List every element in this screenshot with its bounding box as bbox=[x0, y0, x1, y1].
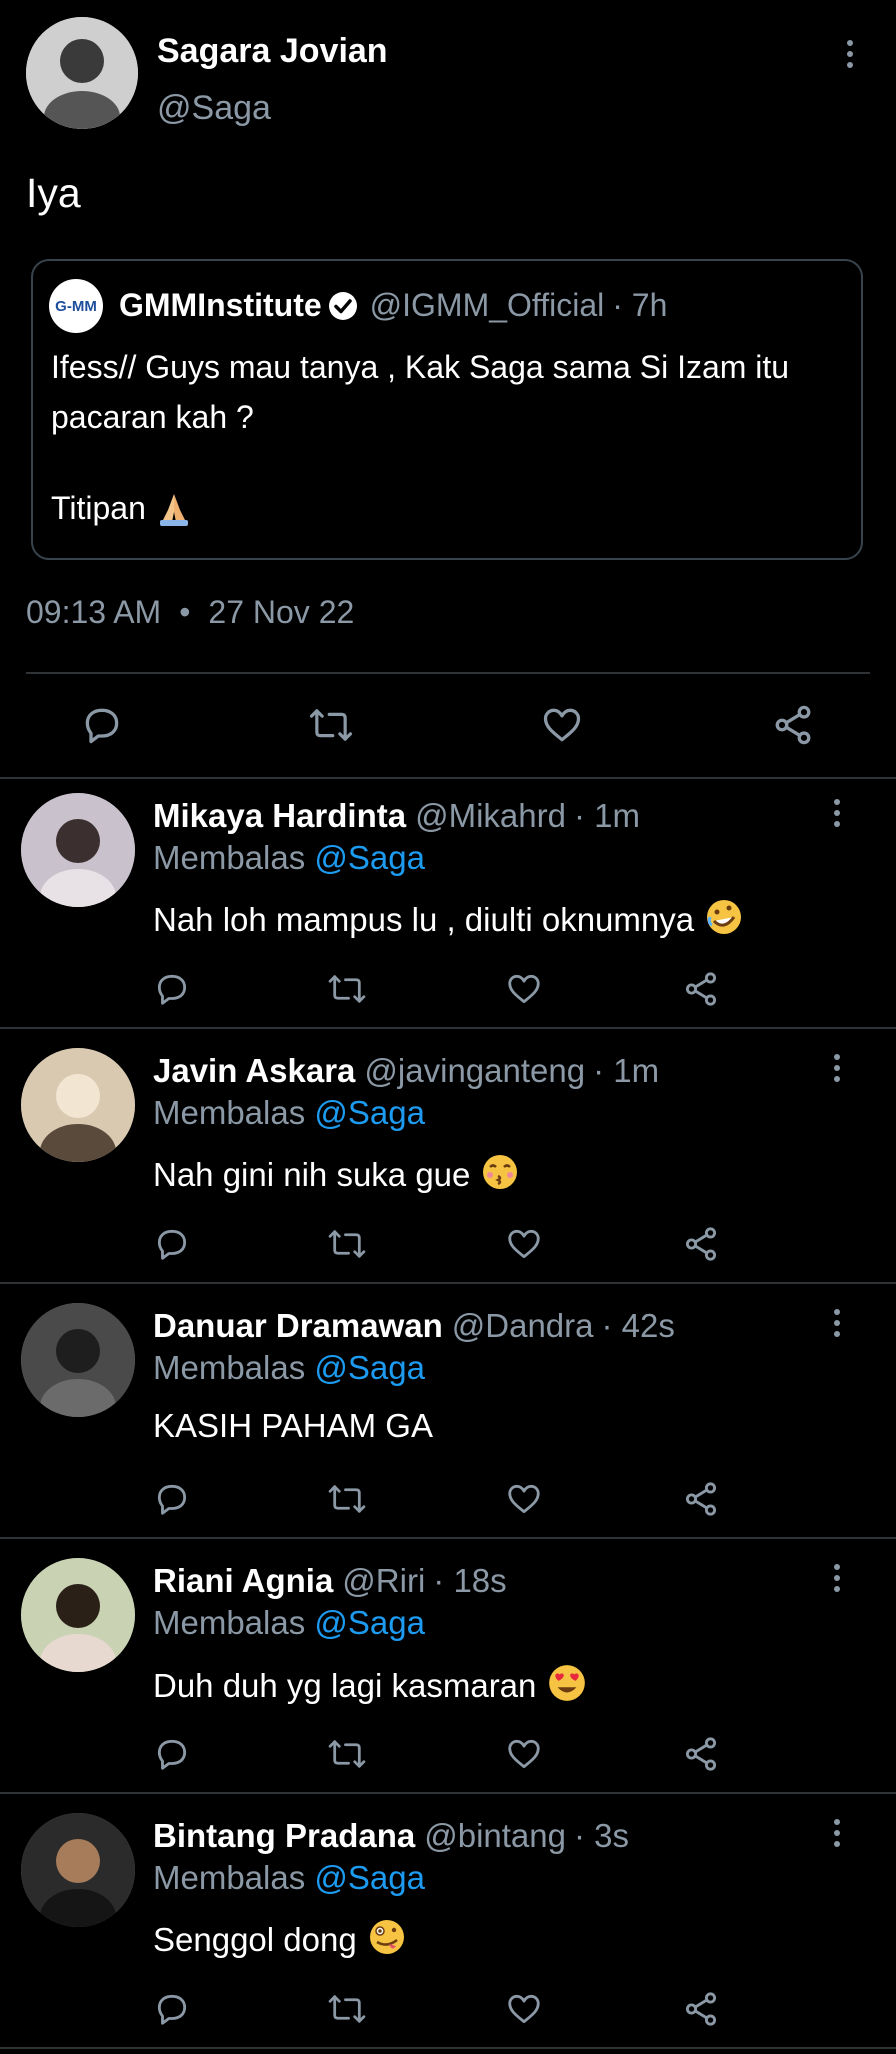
retweet-icon[interactable] bbox=[327, 970, 367, 1008]
quoted-time: · 7h bbox=[612, 287, 668, 323]
reply-divider bbox=[0, 1282, 896, 1284]
reply-icon[interactable] bbox=[153, 1225, 191, 1263]
reply-more-menu-icon[interactable] bbox=[827, 793, 847, 833]
gmm-logo-text: G-MM bbox=[55, 297, 97, 315]
reply-more-menu-icon[interactable] bbox=[827, 1303, 847, 1343]
reply-avatar[interactable] bbox=[21, 1813, 135, 1927]
reply-divider bbox=[0, 1537, 896, 1539]
retweet-icon[interactable] bbox=[327, 1990, 367, 2028]
reply-text: Duh duh yg lagi kasmaran bbox=[153, 1666, 537, 1704]
rofl-emoji-icon bbox=[704, 897, 744, 942]
timestamp-divider bbox=[26, 672, 870, 674]
replying-to-mention[interactable]: @Saga bbox=[314, 1349, 425, 1386]
share-icon[interactable] bbox=[682, 1735, 720, 1773]
main-tweet-more-menu-icon[interactable] bbox=[840, 34, 860, 74]
replying-to-label: Membalas bbox=[153, 1859, 306, 1896]
replying-to-mention[interactable]: @Saga bbox=[314, 1604, 425, 1641]
reply-time: · 42s bbox=[601, 1307, 675, 1344]
quoted-display-name: GMMInstitute bbox=[119, 287, 322, 323]
reply-display-name[interactable]: Bintang Pradana bbox=[153, 1817, 415, 1855]
like-heart-icon[interactable] bbox=[505, 1990, 543, 2028]
reply-more-menu-icon[interactable] bbox=[827, 1048, 847, 1088]
reply-handle[interactable]: @bintang bbox=[424, 1817, 566, 1855]
heart-eyes-emoji-icon bbox=[546, 1662, 588, 1709]
main-tweet-display-name[interactable]: Sagara Jovian bbox=[157, 32, 388, 71]
reply-text: Nah gini nih suka gue bbox=[153, 1155, 471, 1193]
reply-handle[interactable]: @Dandra bbox=[452, 1307, 594, 1345]
retweet-icon[interactable] bbox=[327, 1735, 367, 1773]
share-icon[interactable] bbox=[682, 1480, 720, 1518]
like-heart-icon[interactable] bbox=[505, 970, 543, 1008]
quoted-tweet-card[interactable]: G-MM GMMInstitute @IGMM_Official · 7h If… bbox=[31, 259, 863, 560]
reply-avatar[interactable] bbox=[21, 1303, 135, 1417]
reply-more-menu-icon[interactable] bbox=[827, 1558, 847, 1598]
verified-badge-icon bbox=[328, 291, 358, 321]
reply-item[interactable]: Bintang Pradana @bintang · 3s Membalas @… bbox=[0, 1799, 896, 2054]
retweet-icon[interactable] bbox=[327, 1225, 367, 1263]
reply-display-name[interactable]: Danuar Dramawan bbox=[153, 1307, 443, 1345]
reply-icon[interactable] bbox=[153, 1990, 191, 2028]
reply-time: · 1m bbox=[593, 1052, 660, 1089]
reply-handle[interactable]: @Riri bbox=[342, 1562, 425, 1600]
reply-text: Senggol dong bbox=[153, 1920, 357, 1958]
like-heart-icon[interactable] bbox=[540, 703, 584, 747]
share-icon[interactable] bbox=[682, 1225, 720, 1263]
reply-text: KASIH PAHAM GA bbox=[153, 1407, 433, 1444]
reply-item[interactable]: Mikaya Hardinta @Mikahrd · 1m Membalas @… bbox=[0, 779, 896, 1034]
quoted-text-line3: Titipan bbox=[51, 489, 146, 526]
reply-time: · 3s bbox=[573, 1817, 629, 1854]
replying-to-mention[interactable]: @Saga bbox=[314, 1859, 425, 1896]
main-tweet-date: 27 Nov 22 bbox=[208, 594, 355, 630]
main-tweet-avatar[interactable] bbox=[26, 17, 138, 129]
quoted-text-line1: Ifess// Guys mau tanya , Kak Saga sama S… bbox=[51, 349, 790, 385]
quoted-handle: @IGMM_Official bbox=[369, 287, 605, 323]
reply-handle[interactable]: @Mikahrd bbox=[415, 797, 566, 835]
replying-to-label: Membalas bbox=[153, 839, 306, 876]
main-tweet-handle[interactable]: @Saga bbox=[157, 89, 271, 128]
reply-icon[interactable] bbox=[153, 970, 191, 1008]
retweet-icon[interactable] bbox=[308, 703, 354, 747]
share-icon[interactable] bbox=[682, 970, 720, 1008]
reply-avatar[interactable] bbox=[21, 1558, 135, 1672]
reply-icon[interactable] bbox=[80, 703, 124, 747]
replying-to-label: Membalas bbox=[153, 1349, 306, 1386]
reply-divider bbox=[0, 1792, 896, 1794]
replying-to-mention[interactable]: @Saga bbox=[314, 1094, 425, 1131]
reply-more-menu-icon[interactable] bbox=[827, 1813, 847, 1853]
reply-divider bbox=[0, 1027, 896, 1029]
retweet-icon[interactable] bbox=[327, 1480, 367, 1518]
reply-time: · 18s bbox=[433, 1562, 507, 1599]
reply-handle[interactable]: @javinganteng bbox=[364, 1052, 585, 1090]
zany-emoji-icon bbox=[367, 1917, 407, 1962]
reply-divider bbox=[0, 2047, 896, 2049]
dot-separator: • bbox=[179, 594, 191, 630]
reply-icon[interactable] bbox=[153, 1480, 191, 1518]
reply-item[interactable]: Danuar Dramawan @Dandra · 42s Membalas @… bbox=[0, 1289, 896, 1544]
reply-item[interactable]: Riani Agnia @Riri · 18s Membalas @Saga D… bbox=[0, 1544, 896, 1799]
reply-text: Nah loh mampus lu , diulti oknumnya bbox=[153, 900, 695, 938]
replying-to-label: Membalas bbox=[153, 1094, 306, 1131]
folded-hands-emoji-icon bbox=[154, 488, 194, 528]
share-icon[interactable] bbox=[682, 1990, 720, 2028]
reply-avatar[interactable] bbox=[21, 793, 135, 907]
reply-avatar[interactable] bbox=[21, 1048, 135, 1162]
quoted-text-line2: pacaran kah ? bbox=[51, 399, 254, 435]
reply-display-name[interactable]: Javin Askara bbox=[153, 1052, 355, 1090]
reply-icon[interactable] bbox=[153, 1735, 191, 1773]
reply-time: · 1m bbox=[573, 797, 640, 834]
gmm-logo-avatar: G-MM bbox=[49, 279, 103, 333]
like-heart-icon[interactable] bbox=[505, 1480, 543, 1518]
reply-display-name[interactable]: Riani Agnia bbox=[153, 1562, 333, 1600]
like-heart-icon[interactable] bbox=[505, 1735, 543, 1773]
main-tweet-text: Iya bbox=[26, 170, 81, 216]
share-icon[interactable] bbox=[771, 703, 815, 747]
like-heart-icon[interactable] bbox=[505, 1225, 543, 1263]
replying-to-label: Membalas bbox=[153, 1604, 306, 1641]
replying-to-mention[interactable]: @Saga bbox=[314, 839, 425, 876]
kiss-emoji-icon bbox=[480, 1152, 520, 1197]
main-tweet-time: 09:13 AM bbox=[26, 594, 162, 630]
reply-display-name[interactable]: Mikaya Hardinta bbox=[153, 797, 406, 835]
reply-item[interactable]: Javin Askara @javinganteng · 1m Membalas… bbox=[0, 1034, 896, 1289]
